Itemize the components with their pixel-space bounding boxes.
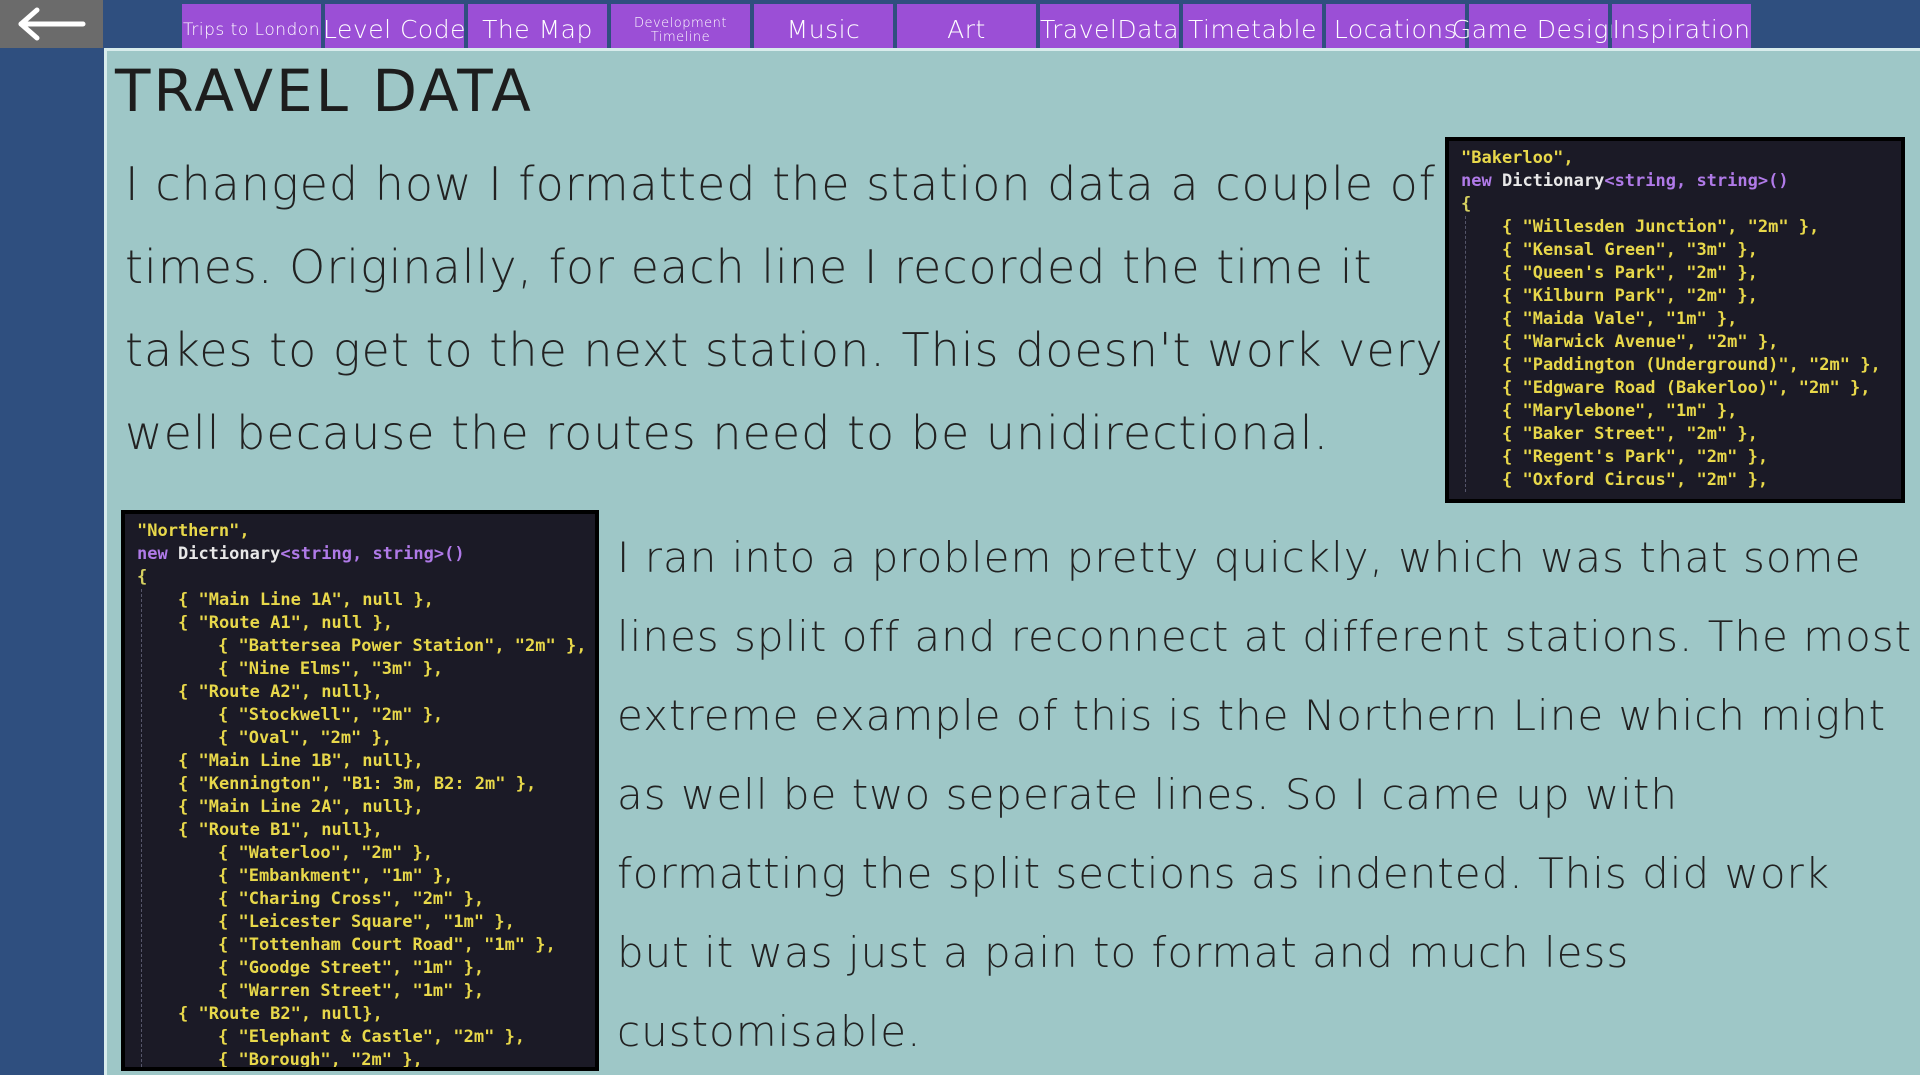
back-button[interactable] — [0, 0, 103, 48]
code-generic: <string, string>() — [1604, 171, 1789, 191]
code-entry: { "Warren Street", "1m" }, — [218, 981, 485, 1001]
code-entry: { "Charing Cross", "2m" }, — [218, 889, 485, 909]
code-entry: { "Maida Vale", "1m" }, — [1502, 309, 1738, 329]
code-keyword: new — [1461, 171, 1492, 191]
code-entry: { "Route B2", null}, — [178, 1004, 383, 1024]
code-entry: { "Regent's Park", "2m" }, — [1502, 447, 1769, 467]
northern-code-screenshot: "Northern", new Dictionary<string, string… — [121, 510, 599, 1071]
code-entry: { "Route B1", null}, — [178, 820, 383, 840]
code-line-header: "Bakerloo", — [1461, 148, 1574, 168]
code-entry: { "Kennington", "B1: 3m, B2: 2m" }, — [178, 774, 537, 794]
arrow-left-icon — [18, 7, 85, 41]
code-entry: { "Route A1", null }, — [178, 613, 393, 633]
code-entry: { "Main Line 2A", null}, — [178, 797, 424, 817]
code-type: Dictionary — [177, 544, 281, 564]
code-block-body: { "Main Line 1A", null }, { "Route A1", n… — [141, 589, 587, 1070]
code-entry: { "Willesden Junction", "2m" }, — [1502, 217, 1820, 237]
code-entry: { "Oval", "2m" }, — [218, 728, 392, 748]
code-entry: { "Paddington (Underground)", "2m" }, — [1502, 355, 1881, 375]
code-entry: { "Oxford Circus", "2m" }, — [1502, 470, 1769, 490]
code-entry: { "Main Line 1B", null}, — [178, 751, 424, 771]
code-entry: { "Borough", "2m" }, — [218, 1050, 423, 1070]
code-keyword: new — [137, 544, 168, 564]
split-lines-paragraph: I ran into a problem pretty quickly, whi… — [617, 533, 1913, 1056]
code-entry: { "Kensal Green", "3m" }, — [1502, 240, 1758, 260]
code-entry: { "Leicester Square", "1m" }, — [218, 912, 515, 932]
content-panel: Travel Data I changed how I formatted th… — [104, 48, 1920, 1075]
code-entry: { "Main Line 1A", null }, — [178, 590, 434, 610]
code-line-declaration: new Dictionary<string, string>() — [137, 543, 583, 566]
code-generic: <string, string>() — [280, 544, 465, 564]
code-entry: { "Edgware Road (Bakerloo)", "2m" }, — [1502, 378, 1871, 398]
code-entry: { "Nine Elms", "3m" }, — [218, 659, 444, 679]
code-line-header: "Northern", — [137, 521, 250, 541]
code-type: Dictionary — [1501, 171, 1605, 191]
code-block-body: { "Willesden Junction", "2m" }, { "Kensal… — [1465, 216, 1889, 492]
code-entry: { "Elephant & Castle", "2m" }, — [218, 1027, 526, 1047]
code-entry: { "Tottenham Court Road", "1m" }, — [218, 935, 556, 955]
code-entry: { "Route A2", null}, — [178, 682, 383, 702]
code-entry: { "Marylebone", "1m" }, — [1502, 401, 1738, 421]
page-title: Travel Data — [115, 57, 534, 125]
code-entry: { "Goodge Street", "1m" }, — [218, 958, 485, 978]
bakerloo-code-screenshot: "Bakerloo", new Dictionary<string, string… — [1445, 137, 1905, 503]
intro-paragraph: I changed how I formatted the station da… — [125, 157, 1444, 460]
code-entry: { "Queen's Park", "2m" }, — [1502, 263, 1758, 283]
code-entry: { "Warwick Avenue", "2m" }, — [1502, 332, 1779, 352]
code-entry: { "Waterloo", "2m" }, — [218, 843, 433, 863]
code-entry: { "Baker Street", "2m" }, — [1502, 424, 1758, 444]
code-entry: { "Battersea Power Station", "2m" }, — [218, 636, 587, 656]
code-line-open-brace: { — [1461, 194, 1472, 214]
code-entry: { "Stockwell", "2m" }, — [218, 705, 444, 725]
code-entry: { "Embankment", "1m" }, — [218, 866, 454, 886]
code-line-declaration: new Dictionary<string, string>() — [1461, 170, 1889, 193]
code-line-open-brace: { — [137, 567, 148, 587]
code-entry: { "Kilburn Park", "2m" }, — [1502, 286, 1758, 306]
